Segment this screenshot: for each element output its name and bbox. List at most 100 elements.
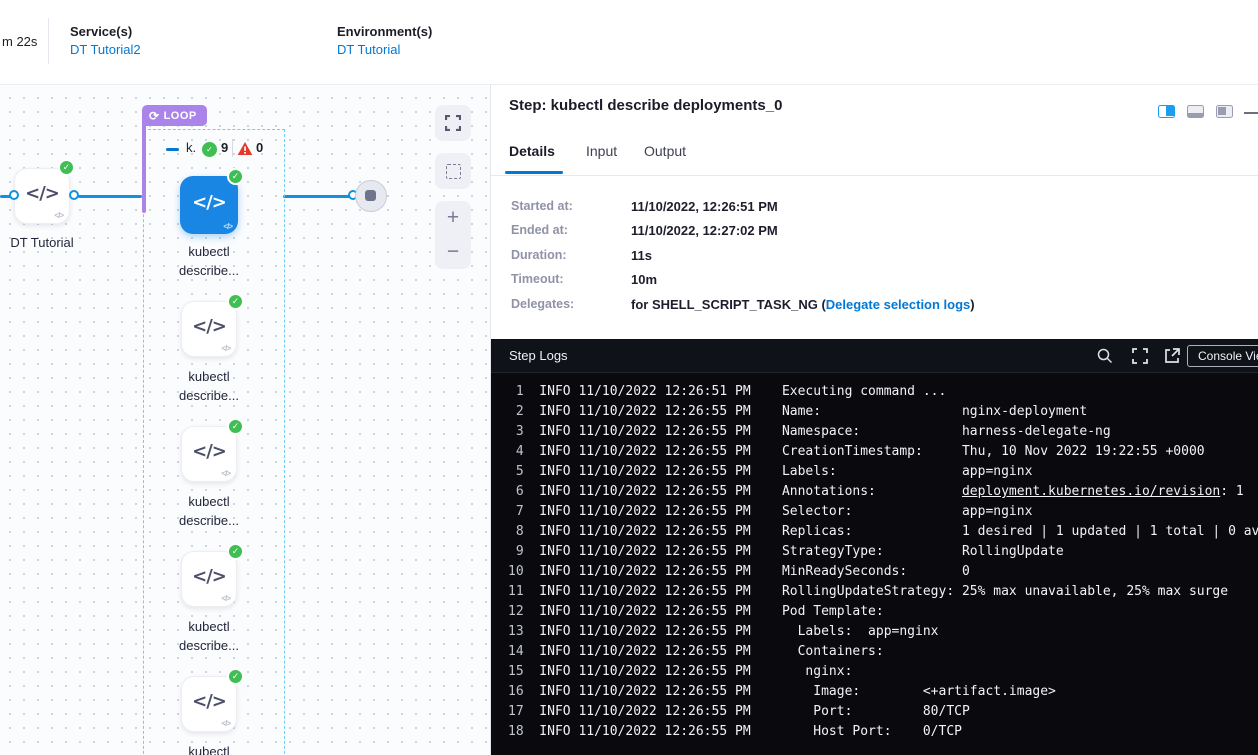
service-link[interactable]: DT Tutorial2 xyxy=(70,42,141,57)
log-timestamp: 11/10/2022 12:26:55 PM xyxy=(578,644,782,659)
canvas-zoom-controls: + − xyxy=(435,201,471,269)
tab-details[interactable]: Details xyxy=(509,143,555,159)
log-message: Namespace: harness-delegate-ng xyxy=(782,424,1111,439)
success-check-icon: ✓ xyxy=(227,668,244,685)
layout-left-button[interactable] xyxy=(1216,105,1233,118)
log-timestamp: 11/10/2022 12:26:51 PM xyxy=(578,384,782,399)
collapse-group-button[interactable] xyxy=(166,148,179,151)
tab-output[interactable]: Output xyxy=(644,143,686,159)
step-node-label: kubectldescribe... xyxy=(149,242,269,280)
log-level: INFO xyxy=(524,524,579,539)
log-level: INFO xyxy=(524,724,579,739)
expand-logs-icon[interactable] xyxy=(1131,347,1149,365)
step-node[interactable]: </></> xyxy=(180,176,238,234)
code-icon: </> xyxy=(182,441,236,462)
top-bar: m 22s Service(s) DT Tutorial2 Environmen… xyxy=(0,0,1258,84)
loop-header-divider xyxy=(232,139,233,157)
log-line: 4 INFO 11/10/2022 12:26:55 PM CreationTi… xyxy=(508,442,1205,462)
step-details-panel: Step: kubectl describe deployments_0 Det… xyxy=(490,84,1258,755)
log-timestamp: 11/10/2022 12:26:55 PM xyxy=(578,604,782,619)
success-check-icon: ✓ xyxy=(227,543,244,560)
pipeline-canvas[interactable]: </> </> ✓ DT Tutorial ⟳ LOOP k. ✓ 9 0 </… xyxy=(0,84,490,755)
log-timestamp: 11/10/2022 12:26:55 PM xyxy=(578,504,782,519)
canvas-fullscreen-button[interactable] xyxy=(435,105,471,141)
tabs-divider xyxy=(491,175,1258,176)
log-line-number: 16 xyxy=(508,684,524,699)
log-level: INFO xyxy=(524,584,579,599)
log-line: 9 INFO 11/10/2022 12:26:55 PM StrategyTy… xyxy=(508,542,1064,562)
log-message: Selector: app=nginx xyxy=(782,504,1032,519)
log-body[interactable]: 1 INFO 11/10/2022 12:26:51 PM Executing … xyxy=(491,374,1258,755)
code-watermark-icon: </> xyxy=(54,211,63,220)
loop-bar xyxy=(142,125,146,213)
minimize-panel-button[interactable] xyxy=(1244,112,1258,114)
log-line-number: 12 xyxy=(508,604,524,619)
environment-link[interactable]: DT Tutorial xyxy=(337,42,400,57)
log-timestamp: 11/10/2022 12:26:55 PM xyxy=(578,664,782,679)
log-line: 13 INFO 11/10/2022 12:26:55 PM Labels: a… xyxy=(508,622,939,642)
log-message: Executing command ... xyxy=(782,384,946,399)
log-message: Containers: xyxy=(782,644,884,659)
canvas-fit-selection-button[interactable] xyxy=(435,153,471,189)
log-level: INFO xyxy=(524,704,579,719)
search-icon[interactable] xyxy=(1096,347,1114,365)
connector-dot xyxy=(9,190,19,200)
log-line-number: 9 xyxy=(508,544,524,559)
log-line: 15 INFO 11/10/2022 12:26:55 PM nginx: xyxy=(508,662,852,682)
log-level: INFO xyxy=(524,464,579,479)
zoom-in-button[interactable]: + xyxy=(447,208,459,228)
step-node[interactable]: </></> xyxy=(181,676,237,732)
stage-node-label: DT Tutorial xyxy=(0,233,102,252)
log-timestamp: 11/10/2022 12:26:55 PM xyxy=(578,624,782,639)
stage-node-dt-tutorial[interactable]: </> </> xyxy=(14,168,70,224)
open-in-new-icon[interactable] xyxy=(1163,347,1181,365)
step-node[interactable]: </></> xyxy=(181,426,237,482)
zoom-out-button[interactable]: − xyxy=(447,242,459,262)
code-icon: </> xyxy=(180,192,238,213)
code-watermark-icon: </> xyxy=(221,719,230,728)
log-level: INFO xyxy=(524,444,579,459)
topbar-divider xyxy=(48,18,49,64)
pipeline-end-node[interactable] xyxy=(355,180,387,212)
detail-label: Delegates: xyxy=(511,297,574,311)
log-level: INFO xyxy=(524,484,579,499)
log-line-number: 15 xyxy=(508,664,524,679)
step-node[interactable]: </></> xyxy=(181,551,237,607)
log-line-number: 2 xyxy=(508,404,524,419)
step-node-label: kubectldescribe... xyxy=(149,492,269,530)
layout-bottom-button[interactable] xyxy=(1187,105,1204,118)
log-message: Pod Template: xyxy=(782,604,884,619)
step-logs-section: Step Logs Console View 1 INFO 11/10/2022… xyxy=(491,339,1258,755)
log-timestamp: 11/10/2022 12:26:55 PM xyxy=(578,404,782,419)
log-message: Image: <+artifact.image> xyxy=(782,684,1056,699)
step-node[interactable]: </></> xyxy=(181,301,237,357)
log-line: 2 INFO 11/10/2022 12:26:55 PM Name: ngin… xyxy=(508,402,1087,422)
delegate-selection-logs-link[interactable]: Delegate selection logs xyxy=(826,297,971,312)
log-timestamp: 11/10/2022 12:26:55 PM xyxy=(578,544,782,559)
log-timestamp: 11/10/2022 12:26:55 PM xyxy=(578,464,782,479)
log-message: StrategyType: RollingUpdate xyxy=(782,544,1064,559)
log-message: Replicas: 1 desired | 1 updated | 1 tota… xyxy=(782,524,1258,539)
log-line: 16 INFO 11/10/2022 12:26:55 PM Image: <+… xyxy=(508,682,1056,702)
log-message: MinReadySeconds: 0 xyxy=(782,564,970,579)
selection-square-icon xyxy=(446,164,461,179)
log-line-number: 13 xyxy=(508,624,524,639)
connector-dot xyxy=(69,190,79,200)
log-timestamp: 11/10/2022 12:26:55 PM xyxy=(578,524,782,539)
log-level: INFO xyxy=(524,644,579,659)
success-count-icon: ✓ xyxy=(202,142,217,157)
fail-count: 0 xyxy=(256,140,263,155)
detail-row: Duration:11s xyxy=(491,248,1258,268)
code-icon: </> xyxy=(182,316,236,337)
log-annotation-link[interactable]: deployment.kubernetes.io/revision xyxy=(962,484,1220,499)
layout-split-right-button[interactable] xyxy=(1158,105,1175,118)
log-level: INFO xyxy=(524,424,579,439)
success-check-icon: ✓ xyxy=(227,293,244,310)
log-timestamp: 11/10/2022 12:26:55 PM xyxy=(578,704,782,719)
console-view-toggle[interactable]: Console View xyxy=(1187,345,1258,367)
log-line-number: 18 xyxy=(508,724,524,739)
warning-triangle-icon xyxy=(237,141,253,156)
log-message: Annotations: xyxy=(782,484,962,499)
log-line: 1 INFO 11/10/2022 12:26:51 PM Executing … xyxy=(508,382,946,402)
tab-input[interactable]: Input xyxy=(586,143,617,159)
